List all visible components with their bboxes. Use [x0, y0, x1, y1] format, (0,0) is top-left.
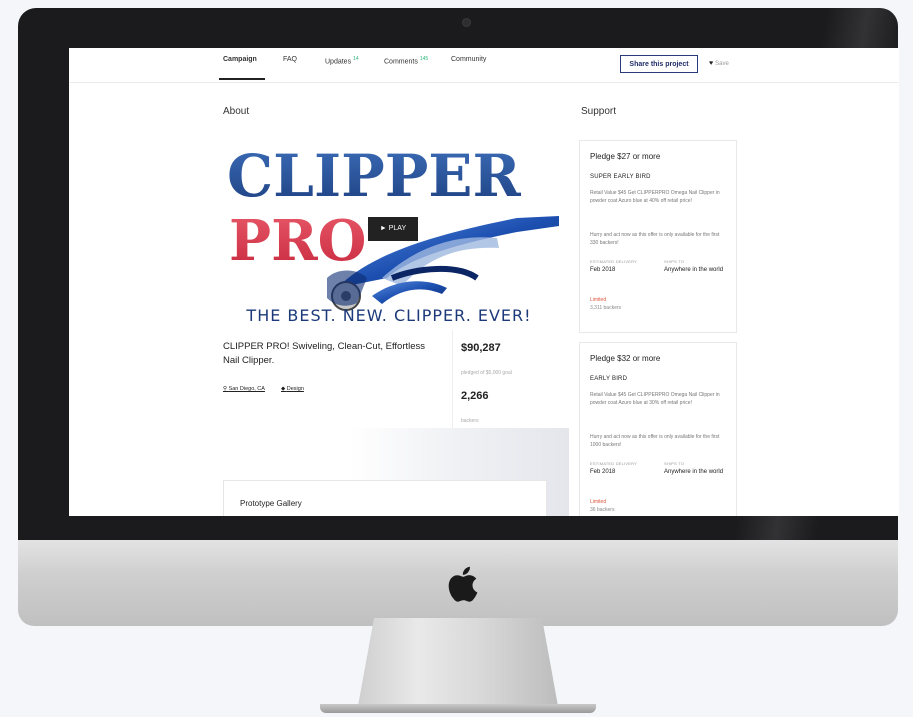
comments-count: 145 [419, 56, 429, 62]
reward-tier: EARLY BIRD [590, 376, 628, 382]
browser-screen: Campaign FAQ Updates 14 Comments 145 Commu… [69, 48, 899, 516]
delivery-value: Feb 2018 [590, 469, 616, 475]
ships-label: SHIPS TO [664, 461, 685, 466]
tab-comments[interactable]: Comments 145 [384, 56, 428, 65]
stats-divider [452, 330, 453, 440]
reward-card[interactable]: Pledge $32 or more EARLY BIRD Retail Val… [579, 342, 737, 516]
active-tab-indicator [219, 78, 265, 80]
prototype-gallery-card: Prototype Gallery [223, 480, 547, 516]
limited-label: Limited [590, 297, 607, 303]
ships-value: Anywhere in the world [664, 267, 724, 273]
share-project-button[interactable]: Share this project [620, 55, 698, 73]
pledged-caption: pledged of $5,000 goal [461, 370, 512, 376]
imac-monitor: Campaign FAQ Updates 14 Comments 145 Commu… [18, 8, 899, 626]
limited-label: Limited [590, 499, 607, 505]
ships-value: Anywhere in the world [664, 469, 724, 475]
reward-backers: 36 backers [590, 507, 615, 513]
reward-description: Retail Value $45 Get CLIPPERPRO Omega Na… [590, 190, 720, 204]
reward-note: Hurry and act now as this offer is only … [590, 232, 720, 246]
logo-clipper-text: CLIPPER [227, 142, 522, 210]
tab-community[interactable]: Community [451, 56, 486, 63]
monitor-stand-base [320, 704, 596, 713]
pledged-amount: $90,287 [461, 342, 501, 354]
camera-icon [462, 18, 471, 27]
backers-count: 2,266 [461, 390, 489, 402]
ships-label: SHIPS TO [664, 259, 685, 264]
logo-pro-text: PRO [229, 208, 366, 274]
tab-faq[interactable]: FAQ [283, 56, 297, 63]
tab-campaign[interactable]: Campaign [223, 56, 257, 63]
reward-tier: SUPER EARLY BIRD [590, 174, 651, 180]
monitor-chin [18, 540, 898, 626]
monitor-stand [358, 618, 558, 706]
play-button[interactable]: ► PLAY [368, 217, 418, 241]
apple-logo-icon [448, 566, 478, 602]
pledge-amount: Pledge $27 or more [590, 152, 661, 161]
backers-caption: backers [461, 418, 479, 424]
pledge-amount: Pledge $32 or more [590, 354, 661, 363]
campaign-nav: Campaign FAQ Updates 14 Comments 145 Commu… [69, 48, 899, 83]
tab-updates[interactable]: Updates 14 [325, 56, 359, 65]
support-heading: Support [581, 106, 617, 117]
reward-backers: 3,311 backers [590, 305, 622, 311]
reward-card[interactable]: Pledge $27 or more SUPER EARLY BIRD Reta… [579, 140, 737, 333]
delivery-label: ESTIMATED DELIVERY [590, 461, 638, 466]
hero-tagline: THE BEST. NEW. CLIPPER. EVER! [245, 306, 531, 325]
reward-note: Hurry and act now as this offer is only … [590, 434, 720, 448]
delivery-label: ESTIMATED DELIVERY [590, 259, 638, 264]
location-link[interactable]: ⚲ San Diego, CA [223, 386, 265, 392]
about-heading: About [223, 106, 250, 117]
heart-icon: ♥ [709, 60, 714, 67]
project-title: CLIPPER PRO! Swiveling, Clean-Cut, Effor… [223, 341, 426, 366]
updates-count: 14 [353, 56, 359, 62]
reward-description: Retail Value $45 Get CLIPPERPRO Omega Na… [590, 392, 720, 406]
delivery-value: Feb 2018 [590, 267, 616, 273]
category-link[interactable]: ◆ Design [281, 386, 304, 392]
gallery-title: Prototype Gallery [240, 499, 302, 508]
save-button[interactable]: ♥ Save [709, 60, 729, 67]
